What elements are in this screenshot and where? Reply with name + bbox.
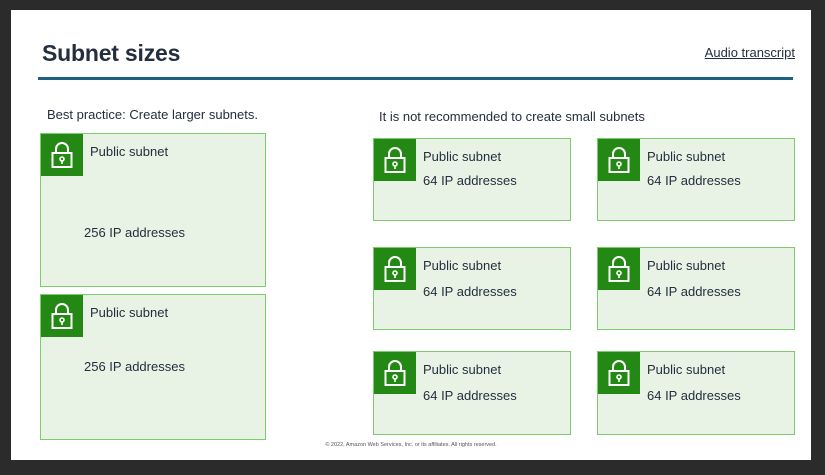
lock-icon [374, 139, 416, 181]
subnet-ip-count: 256 IP addresses [84, 225, 185, 240]
page-title: Subnet sizes [42, 40, 181, 66]
subnet-ip-count: 64 IP addresses [423, 388, 517, 403]
lock-icon [41, 295, 83, 337]
not-recommended-caption: It is not recommended to create small su… [379, 109, 645, 124]
small-subnet-5: Public subnet 64 IP addresses [373, 351, 571, 435]
slide: Subnet sizes Audio transcript Best pract… [11, 10, 811, 460]
small-subnet-2: Public subnet 64 IP addresses [597, 138, 795, 221]
small-subnet-4: Public subnet 64 IP addresses [597, 247, 795, 330]
subnet-title: Public subnet [423, 258, 502, 273]
subnet-ip-count: 256 IP addresses [84, 359, 185, 374]
subnet-title: Public subnet [647, 258, 726, 273]
lock-icon [598, 352, 640, 394]
large-subnet-2: Public subnet 256 IP addresses [40, 294, 266, 440]
subnet-ip-count: 64 IP addresses [423, 284, 517, 299]
small-subnet-1: Public subnet 64 IP addresses [373, 138, 571, 221]
subnet-title: Public subnet [647, 149, 726, 164]
small-subnet-3: Public subnet 64 IP addresses [373, 247, 571, 330]
subnet-title: Public subnet [423, 362, 502, 377]
audio-transcript-link[interactable]: Audio transcript [705, 45, 795, 60]
lock-icon [374, 248, 416, 290]
subnet-title: Public subnet [90, 144, 169, 159]
title-divider [38, 77, 793, 80]
lock-icon [598, 139, 640, 181]
subnet-title: Public subnet [90, 305, 169, 320]
lock-icon [598, 248, 640, 290]
lock-icon [41, 134, 83, 176]
subnet-ip-count: 64 IP addresses [647, 284, 741, 299]
subnet-ip-count: 64 IP addresses [423, 173, 517, 188]
subnet-ip-count: 64 IP addresses [647, 173, 741, 188]
subnet-ip-count: 64 IP addresses [647, 388, 741, 403]
best-practice-caption: Best practice: Create larger subnets. [47, 107, 258, 122]
large-subnet-1: Public subnet 256 IP addresses [40, 133, 266, 287]
small-subnet-6: Public subnet 64 IP addresses [597, 351, 795, 435]
lock-icon [374, 352, 416, 394]
copyright-footer: © 2022, Amazon Web Services, Inc. or its… [325, 442, 497, 448]
subnet-title: Public subnet [423, 149, 502, 164]
subnet-title: Public subnet [647, 362, 726, 377]
